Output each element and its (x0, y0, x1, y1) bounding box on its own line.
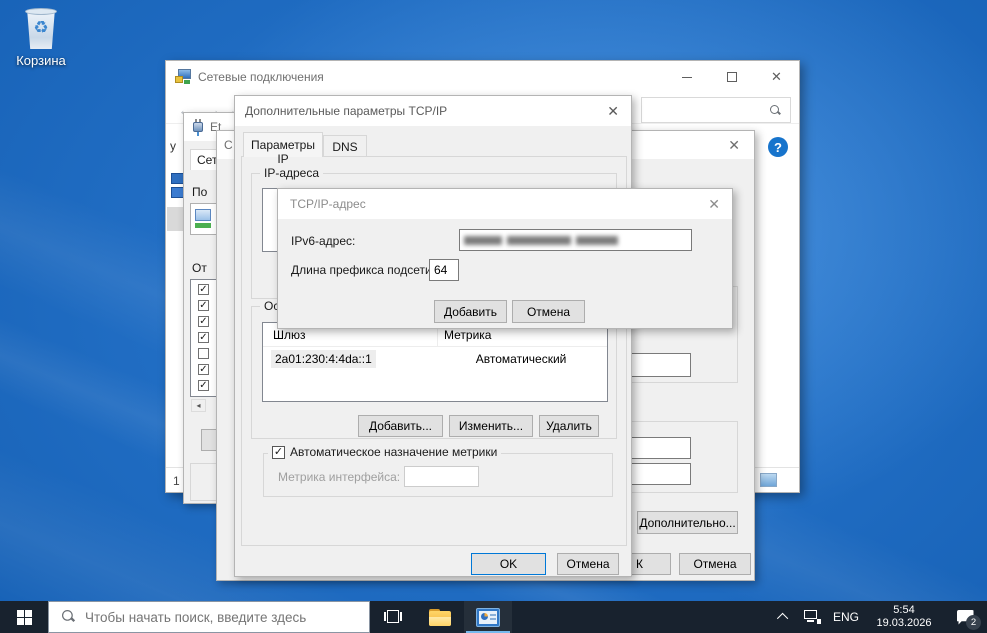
adapter-icon (195, 209, 211, 221)
cancel-button[interactable]: Отмена (679, 553, 751, 575)
network-app-icon (476, 608, 500, 627)
network-ethernet-icon (804, 610, 821, 624)
window-controls: ✕ (664, 61, 799, 93)
remove-gateway-button[interactable]: Удалить (539, 415, 599, 437)
prefix-length-label: Длина префикса подсети: (291, 263, 435, 277)
ipv6-address-label: IPv6-адрес: (291, 234, 355, 248)
task-view-icon (384, 610, 402, 624)
tray-clock-button[interactable]: 5:54 19.03.2026 (865, 601, 943, 633)
chevron-up-icon (777, 613, 788, 624)
tab-ip-settings[interactable]: Параметры IP (243, 132, 323, 157)
interface-metric-label: Метрика интерфейса: (278, 470, 400, 484)
ipv6-address-input[interactable] (459, 229, 692, 251)
network-connections-icon (175, 69, 191, 85)
tray-network-button[interactable] (797, 601, 827, 633)
language-indicator: ENG (833, 610, 859, 624)
adapter-icon-base (195, 223, 211, 228)
explorer-search-box[interactable] (641, 97, 791, 123)
ip-addresses-group-label: IP-адреса (260, 166, 323, 180)
ok-button[interactable]: OK (471, 553, 546, 575)
icon-folder (175, 76, 183, 83)
checkbox-checked-icon[interactable]: ✓ (198, 332, 209, 343)
automatic-metric-checkbox-checked-icon[interactable]: ✓ (272, 446, 285, 459)
clock-date: 19.03.2026 (876, 617, 931, 630)
system-tray: ENG 5:54 19.03.2026 2 (771, 601, 987, 633)
tcpip-address-dialog: TCP/IP-адрес ✕ IPv6-адрес: Длина префикс… (277, 188, 733, 329)
metric-group: ✓ Автоматическое назначение метрики Метр… (263, 453, 613, 497)
tcpip-titlebar[interactable]: TCP/IP-адрес ✕ (278, 189, 732, 219)
explorer-titlebar[interactable]: Сетевые подключения ✕ (166, 61, 799, 93)
advanced-title: Дополнительные параметры TCP/IP (245, 104, 447, 118)
tray-chevron-button[interactable] (771, 601, 797, 633)
checkbox-unchecked-icon[interactable] (198, 348, 209, 359)
minimize-icon[interactable] (664, 61, 709, 93)
network-connections-app-button[interactable] (464, 601, 512, 633)
thumbnail-view-icon[interactable] (760, 473, 777, 487)
close-icon[interactable]: ✕ (607, 104, 619, 118)
add-button[interactable]: Добавить (434, 300, 507, 323)
clock-time: 5:54 (893, 604, 914, 617)
checkbox-checked-icon[interactable]: ✓ (198, 364, 209, 375)
gateway-value: 2a01:230:4:4da::1 (271, 350, 376, 368)
desktop: ♻ Корзина Сетевые подключения ✕ ← → ⌄ (0, 0, 987, 633)
connection-label-fragment: По (192, 185, 207, 199)
windows-logo-icon (17, 610, 32, 625)
checkbox-checked-icon[interactable]: ✓ (198, 300, 209, 311)
task-view-button[interactable] (370, 601, 416, 633)
search-input[interactable] (85, 602, 365, 632)
connection-tile-label-fragment[interactable] (167, 207, 184, 231)
components-label-fragment: От (192, 261, 207, 275)
search-icon (770, 105, 780, 115)
recycle-bin-icon: ♻ (26, 11, 56, 49)
checkbox-checked-icon[interactable]: ✓ (198, 284, 209, 295)
gateway-list[interactable]: Шлюз Метрика 2a01:230:4:4da::1 Автоматич… (262, 322, 608, 402)
explorer-title: Сетевые подключения (198, 70, 324, 84)
maximize-icon[interactable] (709, 61, 754, 93)
start-button[interactable] (0, 601, 48, 633)
prefix-length-input[interactable] (429, 259, 459, 281)
recycle-bin-label: Корзина (10, 53, 72, 68)
tcpip-title: TCP/IP-адрес (290, 197, 366, 211)
metric-group-header: ✓ Автоматическое назначение метрики (268, 445, 501, 459)
taskbar-search[interactable] (48, 601, 370, 633)
close-icon[interactable]: ✕ (708, 197, 720, 211)
recycle-bin-lid-icon (25, 8, 57, 15)
taskbar: ENG 5:54 19.03.2026 2 (0, 601, 987, 633)
interface-metric-input[interactable] (404, 466, 479, 487)
ipv6-address-redacted-value (464, 236, 618, 245)
action-center-button[interactable]: 2 (943, 601, 987, 633)
file-explorer-icon (429, 609, 451, 626)
advanced-tcpip-dialog: Дополнительные параметры TCP/IP ✕ Параме… (234, 95, 632, 577)
recycle-bin-desktop-icon[interactable]: ♻ Корзина (10, 8, 72, 68)
commandbar-fragment[interactable]: у (170, 139, 176, 153)
advanced-button[interactable]: Дополнительно... (637, 511, 738, 534)
tab-dns[interactable]: DNS (323, 135, 367, 157)
checkbox-checked-icon[interactable]: ✓ (198, 380, 209, 391)
scroll-left-icon[interactable]: ◂ (191, 399, 206, 412)
close-icon[interactable]: ✕ (754, 61, 799, 93)
checkbox-checked-icon[interactable]: ✓ (198, 316, 209, 327)
icon-stand (184, 80, 190, 84)
ipv6-title-fragment: С (224, 138, 233, 152)
metric-group-label: Автоматическое назначение метрики (290, 445, 497, 459)
tray-language-button[interactable]: ENG (827, 601, 865, 633)
cancel-button[interactable]: Отмена (512, 300, 585, 323)
metric-value: Автоматический (464, 350, 567, 372)
cancel-button[interactable]: Отмена (557, 553, 619, 575)
add-gateway-button[interactable]: Добавить... (358, 415, 443, 437)
file-explorer-button[interactable] (416, 601, 464, 633)
ethernet-plug-icon (193, 119, 203, 136)
recycle-symbol-icon: ♻ (26, 18, 56, 38)
gateway-row[interactable]: 2a01:230:4:4da::1 Автоматический (263, 350, 607, 372)
notification-badge: 2 (966, 615, 981, 630)
edit-gateway-button[interactable]: Изменить... (449, 415, 533, 437)
advanced-titlebar[interactable]: Дополнительные параметры TCP/IP ✕ (235, 96, 631, 126)
close-icon[interactable]: ✕ (728, 138, 740, 152)
help-icon[interactable]: ? (768, 137, 788, 157)
search-icon (63, 611, 73, 621)
